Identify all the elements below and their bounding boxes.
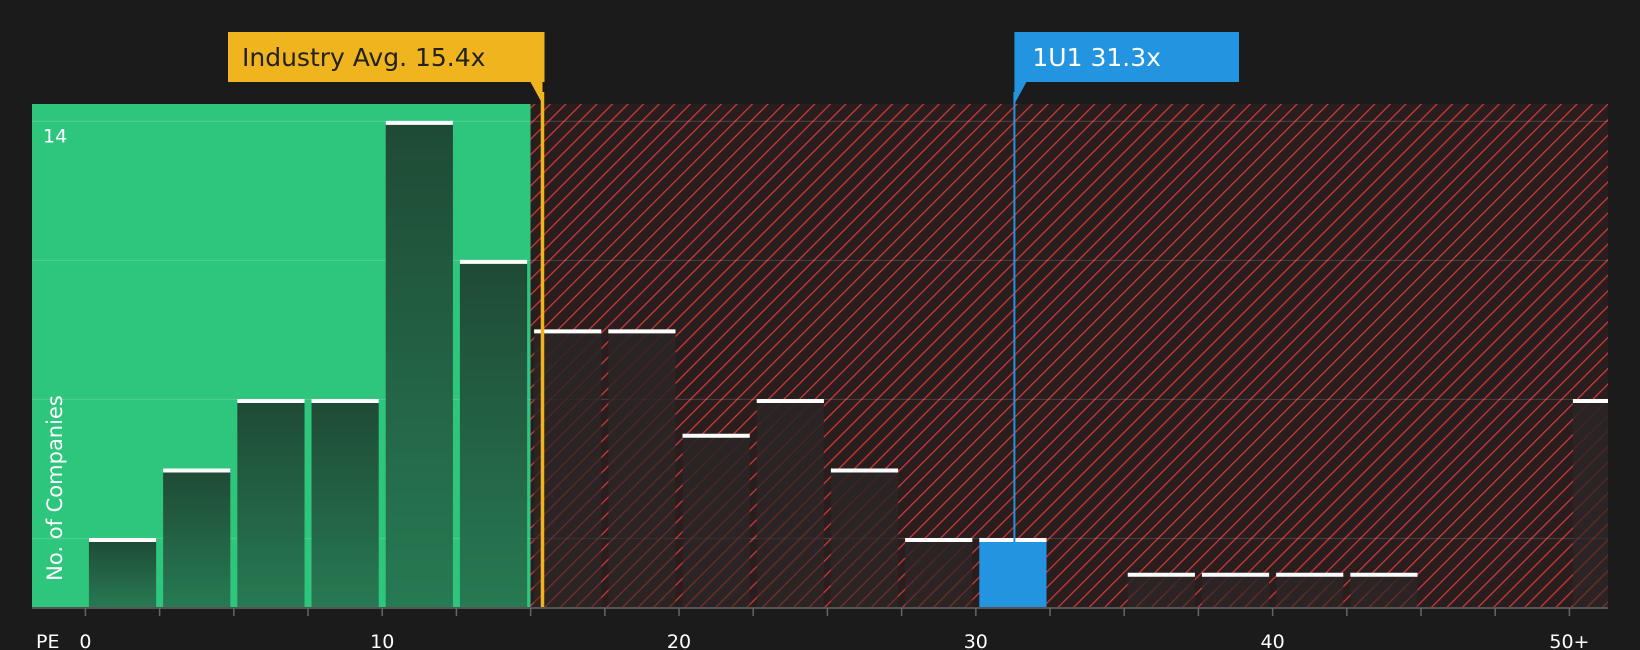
histogram-bar bbox=[1276, 573, 1344, 608]
histogram-bar bbox=[905, 538, 973, 608]
x-axis-label: PE bbox=[36, 631, 59, 650]
pe-distribution-chart: Industry Avg. 15.4x 1U1 31.3x 0 10 20 30 40 50… bbox=[32, 32, 1608, 650]
histogram-bar bbox=[682, 434, 750, 608]
histogram-bar bbox=[1201, 573, 1270, 608]
histogram-bar bbox=[163, 468, 231, 608]
industry-avg-callout-pointer bbox=[530, 82, 543, 104]
company-callout-pointer bbox=[1014, 82, 1027, 104]
x-tick-label: 50+ bbox=[1549, 631, 1589, 650]
histogram-bar bbox=[385, 121, 453, 609]
histogram-bar bbox=[830, 468, 899, 608]
x-tick-label: 40 bbox=[1261, 631, 1285, 650]
histogram-bar bbox=[311, 399, 379, 608]
histogram-bar bbox=[979, 538, 1047, 608]
histogram-bar bbox=[1127, 573, 1195, 608]
histogram-bar bbox=[608, 329, 676, 608]
histogram-bar bbox=[88, 538, 157, 608]
industry-avg-label: Industry Avg. 15.4x bbox=[242, 43, 485, 72]
x-tick-label: 30 bbox=[964, 631, 988, 650]
y-tick-label: 14 bbox=[43, 125, 67, 147]
company-label: 1U1 31.3x bbox=[1032, 43, 1161, 72]
x-tick-label: 0 bbox=[79, 631, 91, 650]
x-tick-label: 10 bbox=[370, 631, 394, 650]
histogram-bar bbox=[237, 399, 305, 608]
y-axis-label: No. of Companies bbox=[43, 395, 67, 581]
histogram-bar bbox=[756, 399, 824, 608]
x-tick-label: 20 bbox=[667, 631, 691, 650]
histogram-bar bbox=[459, 260, 528, 608]
histogram-bar bbox=[1572, 399, 1608, 608]
histogram-bar bbox=[1350, 573, 1418, 608]
